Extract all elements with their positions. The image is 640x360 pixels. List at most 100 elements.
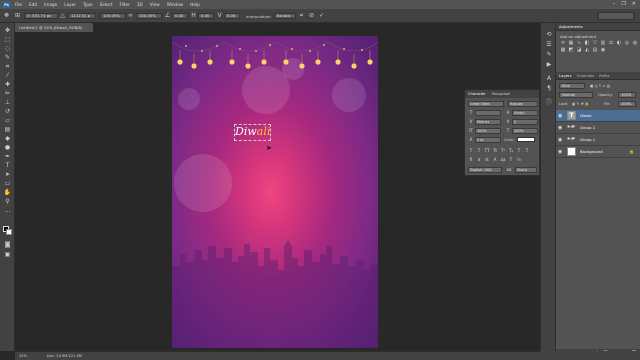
layer-row-diwali[interactable]: ◉ T Diwali xyxy=(556,110,640,122)
document-tab[interactable]: Untitled-1 @ 25% (Diwali, RGB/8) xyxy=(15,23,93,32)
fill-field[interactable]: 100% xyxy=(618,101,636,107)
layer-row-group-1[interactable]: ◉ ▸▰ Group 1 xyxy=(556,134,640,146)
stylistic-icon[interactable]: A xyxy=(492,157,498,163)
lookup-icon[interactable]: ▦ xyxy=(560,47,566,53)
hue-icon[interactable]: ▥ xyxy=(600,40,606,46)
levels-icon[interactable]: ▦ xyxy=(568,40,574,46)
chain-link-icon[interactable]: ∞ xyxy=(127,12,134,19)
selective-color-icon[interactable]: ◉ xyxy=(600,47,606,53)
minimize-icon[interactable]: – xyxy=(613,1,616,7)
more-tools-icon[interactable]: … xyxy=(3,207,12,215)
layer-kind-filter[interactable]: Kind xyxy=(559,83,585,89)
eye-icon[interactable]: ◉ xyxy=(558,149,562,155)
strikethrough-icon[interactable]: T xyxy=(524,148,530,154)
menu-type[interactable]: Type xyxy=(83,2,93,7)
blur-tool-icon[interactable]: ◆ xyxy=(3,135,12,143)
shape-tool-icon[interactable]: ▭ xyxy=(3,180,12,188)
subscript-icon[interactable]: T₁ xyxy=(508,148,514,154)
all-caps-icon[interactable]: TT xyxy=(484,148,490,154)
faux-italic-icon[interactable]: T xyxy=(476,148,482,154)
gradient-tool-icon[interactable]: ▤ xyxy=(3,126,12,134)
type-tool-icon[interactable]: T xyxy=(3,162,12,170)
document-info[interactable]: Doc: 24.9M/221.0M xyxy=(47,352,82,360)
interpolation-select[interactable]: Bicubic xyxy=(274,13,296,19)
filter-icons[interactable]: ▣ ◎ T ▭ ▤ xyxy=(590,84,610,88)
quick-mask-icon[interactable]: ◙ xyxy=(3,241,12,249)
layer-name[interactable]: Group 1 xyxy=(580,137,595,142)
eyedropper-tool-icon[interactable]: ⁄ xyxy=(3,72,12,80)
font-style-select[interactable]: Regular xyxy=(508,101,538,107)
layer-name[interactable]: Diwali xyxy=(580,113,592,118)
screen-mode-icon[interactable]: ▣ xyxy=(3,251,12,259)
hand-tool-icon[interactable]: ✋ xyxy=(3,189,12,197)
dodge-tool-icon[interactable]: ● xyxy=(3,144,12,152)
ligatures-icon[interactable]: fi xyxy=(468,157,474,163)
menu-file[interactable]: File xyxy=(15,2,22,7)
zoom-tool-icon[interactable]: ⚲ xyxy=(3,198,12,206)
tab-layers[interactable]: Layers xyxy=(559,73,572,78)
menu-help[interactable]: Help xyxy=(190,2,200,7)
diwali-text-layer[interactable]: Diwali xyxy=(235,125,270,138)
baseline-shift-field[interactable]: 0 pt xyxy=(475,137,501,143)
vertical-scale-field[interactable]: 100% xyxy=(475,128,501,134)
menu-view[interactable]: View xyxy=(150,2,160,7)
text-color-swatch[interactable] xyxy=(517,137,535,142)
h-skew-field[interactable]: 0.00 xyxy=(198,13,214,19)
info-panel-icon[interactable]: ⓘ xyxy=(545,99,553,107)
blend-mode-select[interactable]: Normal xyxy=(559,92,593,98)
small-caps-icon[interactable]: Tt xyxy=(492,148,498,154)
underline-icon[interactable]: T xyxy=(516,148,522,154)
tab-channels[interactable]: Channels xyxy=(577,73,595,78)
brush-tool-icon[interactable]: ✏ xyxy=(3,90,12,98)
paragraph-panel-icon[interactable]: ¶ xyxy=(545,85,553,93)
layer-name[interactable]: Group 2 xyxy=(580,125,595,130)
lock-icons[interactable]: ▦ ✎ ✥ 🔒 xyxy=(572,102,589,106)
layer-row-group-2[interactable]: ◉ ▸▰ Group 2 xyxy=(556,122,640,134)
threshold-icon[interactable]: ◭ xyxy=(584,47,590,53)
menu-filter[interactable]: Filter xyxy=(119,2,129,7)
width-scale-field[interactable]: 100.00% xyxy=(100,13,126,19)
tab-paragraph[interactable]: Paragraph xyxy=(492,92,510,96)
background-color-swatch[interactable] xyxy=(6,229,12,235)
rotation-field[interactable]: 0.00 xyxy=(172,13,188,19)
brightness-icon[interactable]: ☀ xyxy=(560,40,566,46)
healing-brush-tool-icon[interactable]: ✚ xyxy=(3,81,12,89)
tab-character[interactable]: Character xyxy=(468,92,486,96)
menu-edit[interactable]: Edit xyxy=(29,2,37,7)
quick-select-tool-icon[interactable]: ✎ xyxy=(3,54,12,62)
character-panel-icon[interactable]: A xyxy=(545,75,553,83)
warp-icon[interactable]: ⌗ xyxy=(298,12,305,19)
leading-field[interactable]: (Auto) xyxy=(512,110,538,116)
gradient-map-icon[interactable]: ▤ xyxy=(592,47,598,53)
discretionary-icon[interactable]: ơ xyxy=(476,157,482,163)
history-panel-icon[interactable]: ⟲ xyxy=(545,31,553,39)
actions-panel-icon[interactable]: ▶ xyxy=(545,61,553,69)
layer-name[interactable]: Background xyxy=(580,149,603,154)
layer-row-background[interactable]: ◉ Background 🔒 xyxy=(556,146,640,158)
y-position-field[interactable]: 1112.51 p xyxy=(68,13,96,19)
exposure-icon[interactable]: ◧ xyxy=(584,40,590,46)
tab-paths[interactable]: Paths xyxy=(599,73,609,78)
crop-tool-icon[interactable]: ⌗ xyxy=(3,63,12,71)
move-tool-preset-icon[interactable]: ✥ xyxy=(3,12,10,19)
menu-layer[interactable]: Layer xyxy=(64,2,76,7)
color-balance-icon[interactable]: ⚖ xyxy=(608,40,614,46)
commit-transform-icon[interactable]: ✓ xyxy=(318,12,325,19)
font-family-select[interactable]: Great Vibes xyxy=(468,101,504,107)
artboard-canvas[interactable]: Diwali ➤ xyxy=(172,36,378,348)
eye-icon[interactable]: ◉ xyxy=(558,125,562,131)
invert-icon[interactable]: ◩ xyxy=(568,47,574,53)
eye-icon[interactable]: ◉ xyxy=(558,113,562,119)
faux-bold-icon[interactable]: T xyxy=(468,148,474,154)
link-icon[interactable]: △ xyxy=(59,12,66,19)
eraser-tool-icon[interactable]: ▱ xyxy=(3,117,12,125)
superscript-icon[interactable]: T¹ xyxy=(500,148,506,154)
curves-icon[interactable]: ∿ xyxy=(576,40,582,46)
tracking-field[interactable]: 0 xyxy=(512,119,538,125)
brushes-panel-icon[interactable]: ✎ xyxy=(545,51,553,59)
v-skew-field[interactable]: 0.00 xyxy=(224,13,240,19)
marquee-tool-icon[interactable]: ⬚ xyxy=(3,36,12,44)
menu-3d[interactable]: 3D xyxy=(137,2,143,7)
clone-stamp-tool-icon[interactable]: ⊥ xyxy=(3,99,12,107)
reference-point-icon[interactable]: ⊞ xyxy=(14,12,21,19)
